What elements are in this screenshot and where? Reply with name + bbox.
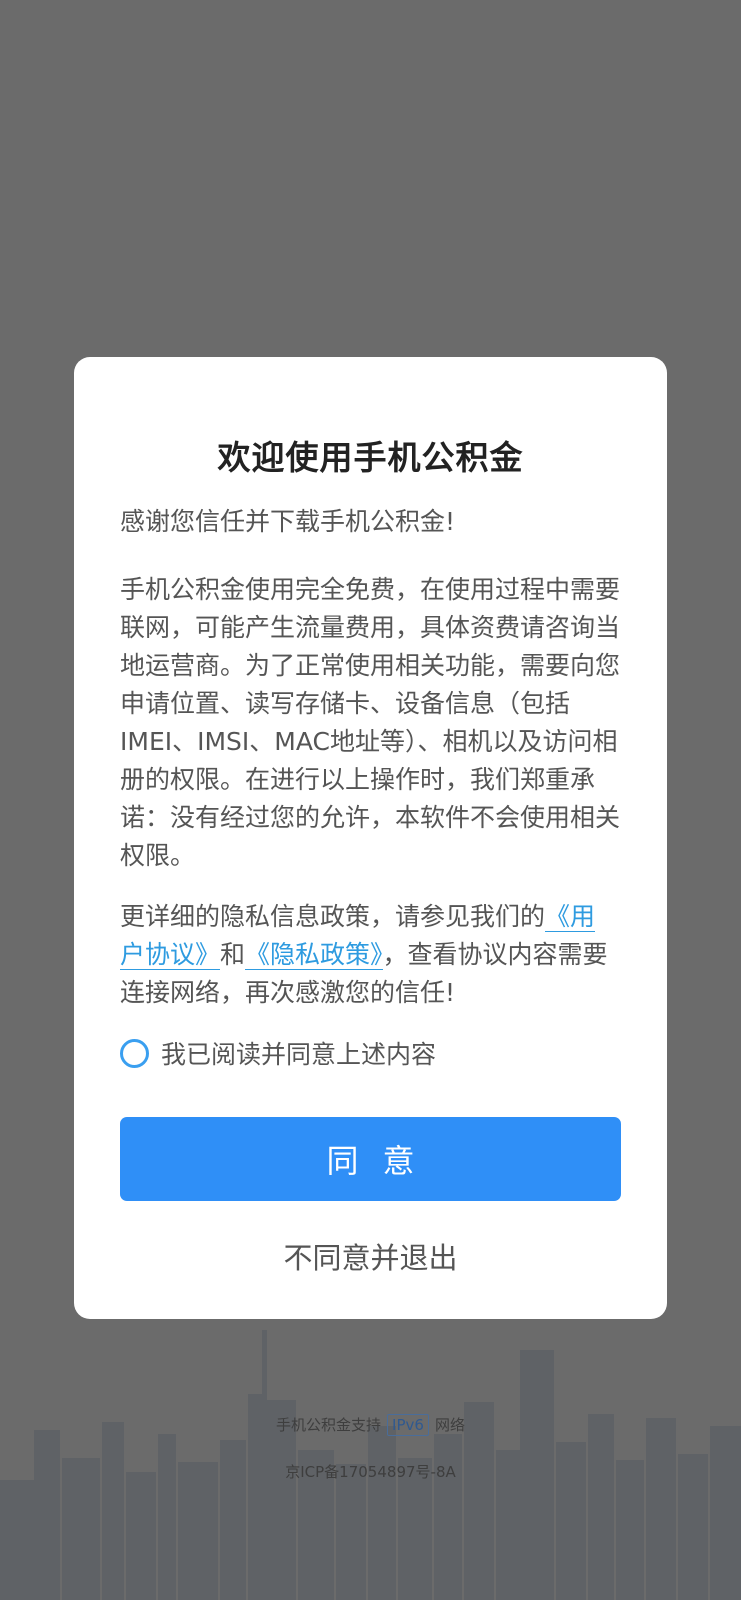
dialog-title: 欢迎使用手机公积金: [217, 438, 524, 477]
permission-description: 手机公积金使用完全免费，在使用过程中需要联网，可能产生流量费用，具体资费请咨询当…: [120, 575, 621, 870]
disagree-exit-button[interactable]: 不同意并退出: [74, 1235, 667, 1277]
ipv6-badge: IPv6: [387, 1414, 429, 1436]
thanks-text: 感谢您信任并下载手机公积金!: [120, 507, 456, 536]
icp-license-text: 京ICP备17054897号-8A: [285, 1463, 456, 1481]
consent-label: 我已阅读并同意上述内容: [161, 1040, 437, 1069]
privacy-policy-link[interactable]: 《隐私政策》: [245, 940, 383, 970]
consent-checkbox-row[interactable]: 我已阅读并同意上述内容: [120, 1034, 436, 1072]
consent-radio-button[interactable]: [120, 1038, 149, 1068]
privacy-consent-dialog: 欢迎使用手机公积金 感谢您信任并下载手机公积金! 手机公积金使用完全免费，在使用…: [74, 357, 667, 1319]
ipv6-support-notice: 手机公积金支持 IPv6 网络: [0, 1414, 741, 1436]
privacy-policy-text: 更详细的隐私信息政策，请参见我们的《用户协议》和《隐私政策》，查看协议内容需要连…: [120, 898, 620, 1012]
and-text: 和: [220, 940, 246, 969]
privacy-prefix: 更详细的隐私信息政策，请参见我们的: [120, 902, 546, 931]
ipv6-support-suffix: 网络: [434, 1416, 465, 1434]
ipv6-support-prefix: 手机公积金支持: [276, 1416, 382, 1434]
agree-button[interactable]: 同意: [120, 1117, 621, 1201]
